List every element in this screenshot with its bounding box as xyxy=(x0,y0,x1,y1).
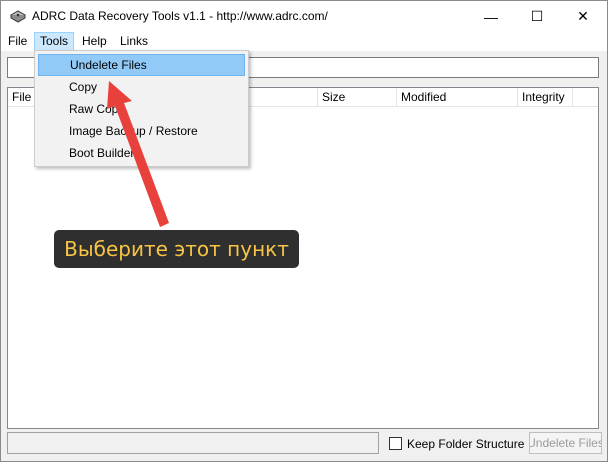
callout-text: Выберите этот пункт xyxy=(64,237,289,261)
menu-bar: File Tools Help Links xyxy=(1,32,607,51)
minimize-icon: — xyxy=(484,8,498,25)
maximize-button[interactable]: ☐ xyxy=(514,1,560,32)
menu-tools[interactable]: Tools xyxy=(34,32,75,51)
maximize-icon: ☐ xyxy=(530,8,544,24)
window-title: ADRC Data Recovery Tools v1.1 - http://w… xyxy=(32,9,328,23)
menu-item-boot-builder[interactable]: Boot Builder xyxy=(38,142,245,164)
minimize-button[interactable]: — xyxy=(468,1,514,32)
menu-item-raw-copy[interactable]: Raw Copy xyxy=(38,98,245,120)
menu-item-undelete-files[interactable]: Undelete Files xyxy=(38,54,245,76)
menu-file[interactable]: File xyxy=(3,32,32,51)
title-bar[interactable]: ADRC Data Recovery Tools v1.1 - http://w… xyxy=(1,1,607,32)
menu-help[interactable]: Help xyxy=(77,32,112,51)
undelete-files-button[interactable]: Undelete Files xyxy=(529,432,602,454)
app-disk-icon xyxy=(10,10,26,23)
app-window: ADRC Data Recovery Tools v1.1 - http://w… xyxy=(0,0,608,462)
annotation-callout: Выберите этот пункт xyxy=(54,230,299,268)
keep-folder-checkbox[interactable] xyxy=(389,437,402,450)
column-header-modified[interactable]: Modified xyxy=(397,88,518,107)
tools-dropdown-menu: Undelete Files Copy Raw Copy Image Backu… xyxy=(34,50,249,167)
menu-item-copy[interactable]: Copy xyxy=(38,76,245,98)
column-header-integrity[interactable]: Integrity xyxy=(518,88,573,107)
close-button[interactable]: ✕ xyxy=(560,1,606,32)
keep-folder-structure-option[interactable]: Keep Folder Structure xyxy=(389,436,524,451)
status-field xyxy=(7,432,379,454)
menu-links[interactable]: Links xyxy=(115,32,153,51)
menu-item-image-backup-restore[interactable]: Image Backup / Restore xyxy=(38,120,245,142)
column-header-size[interactable]: Size xyxy=(318,88,397,107)
close-icon: ✕ xyxy=(577,8,589,24)
keep-folder-label: Keep Folder Structure xyxy=(407,436,525,451)
